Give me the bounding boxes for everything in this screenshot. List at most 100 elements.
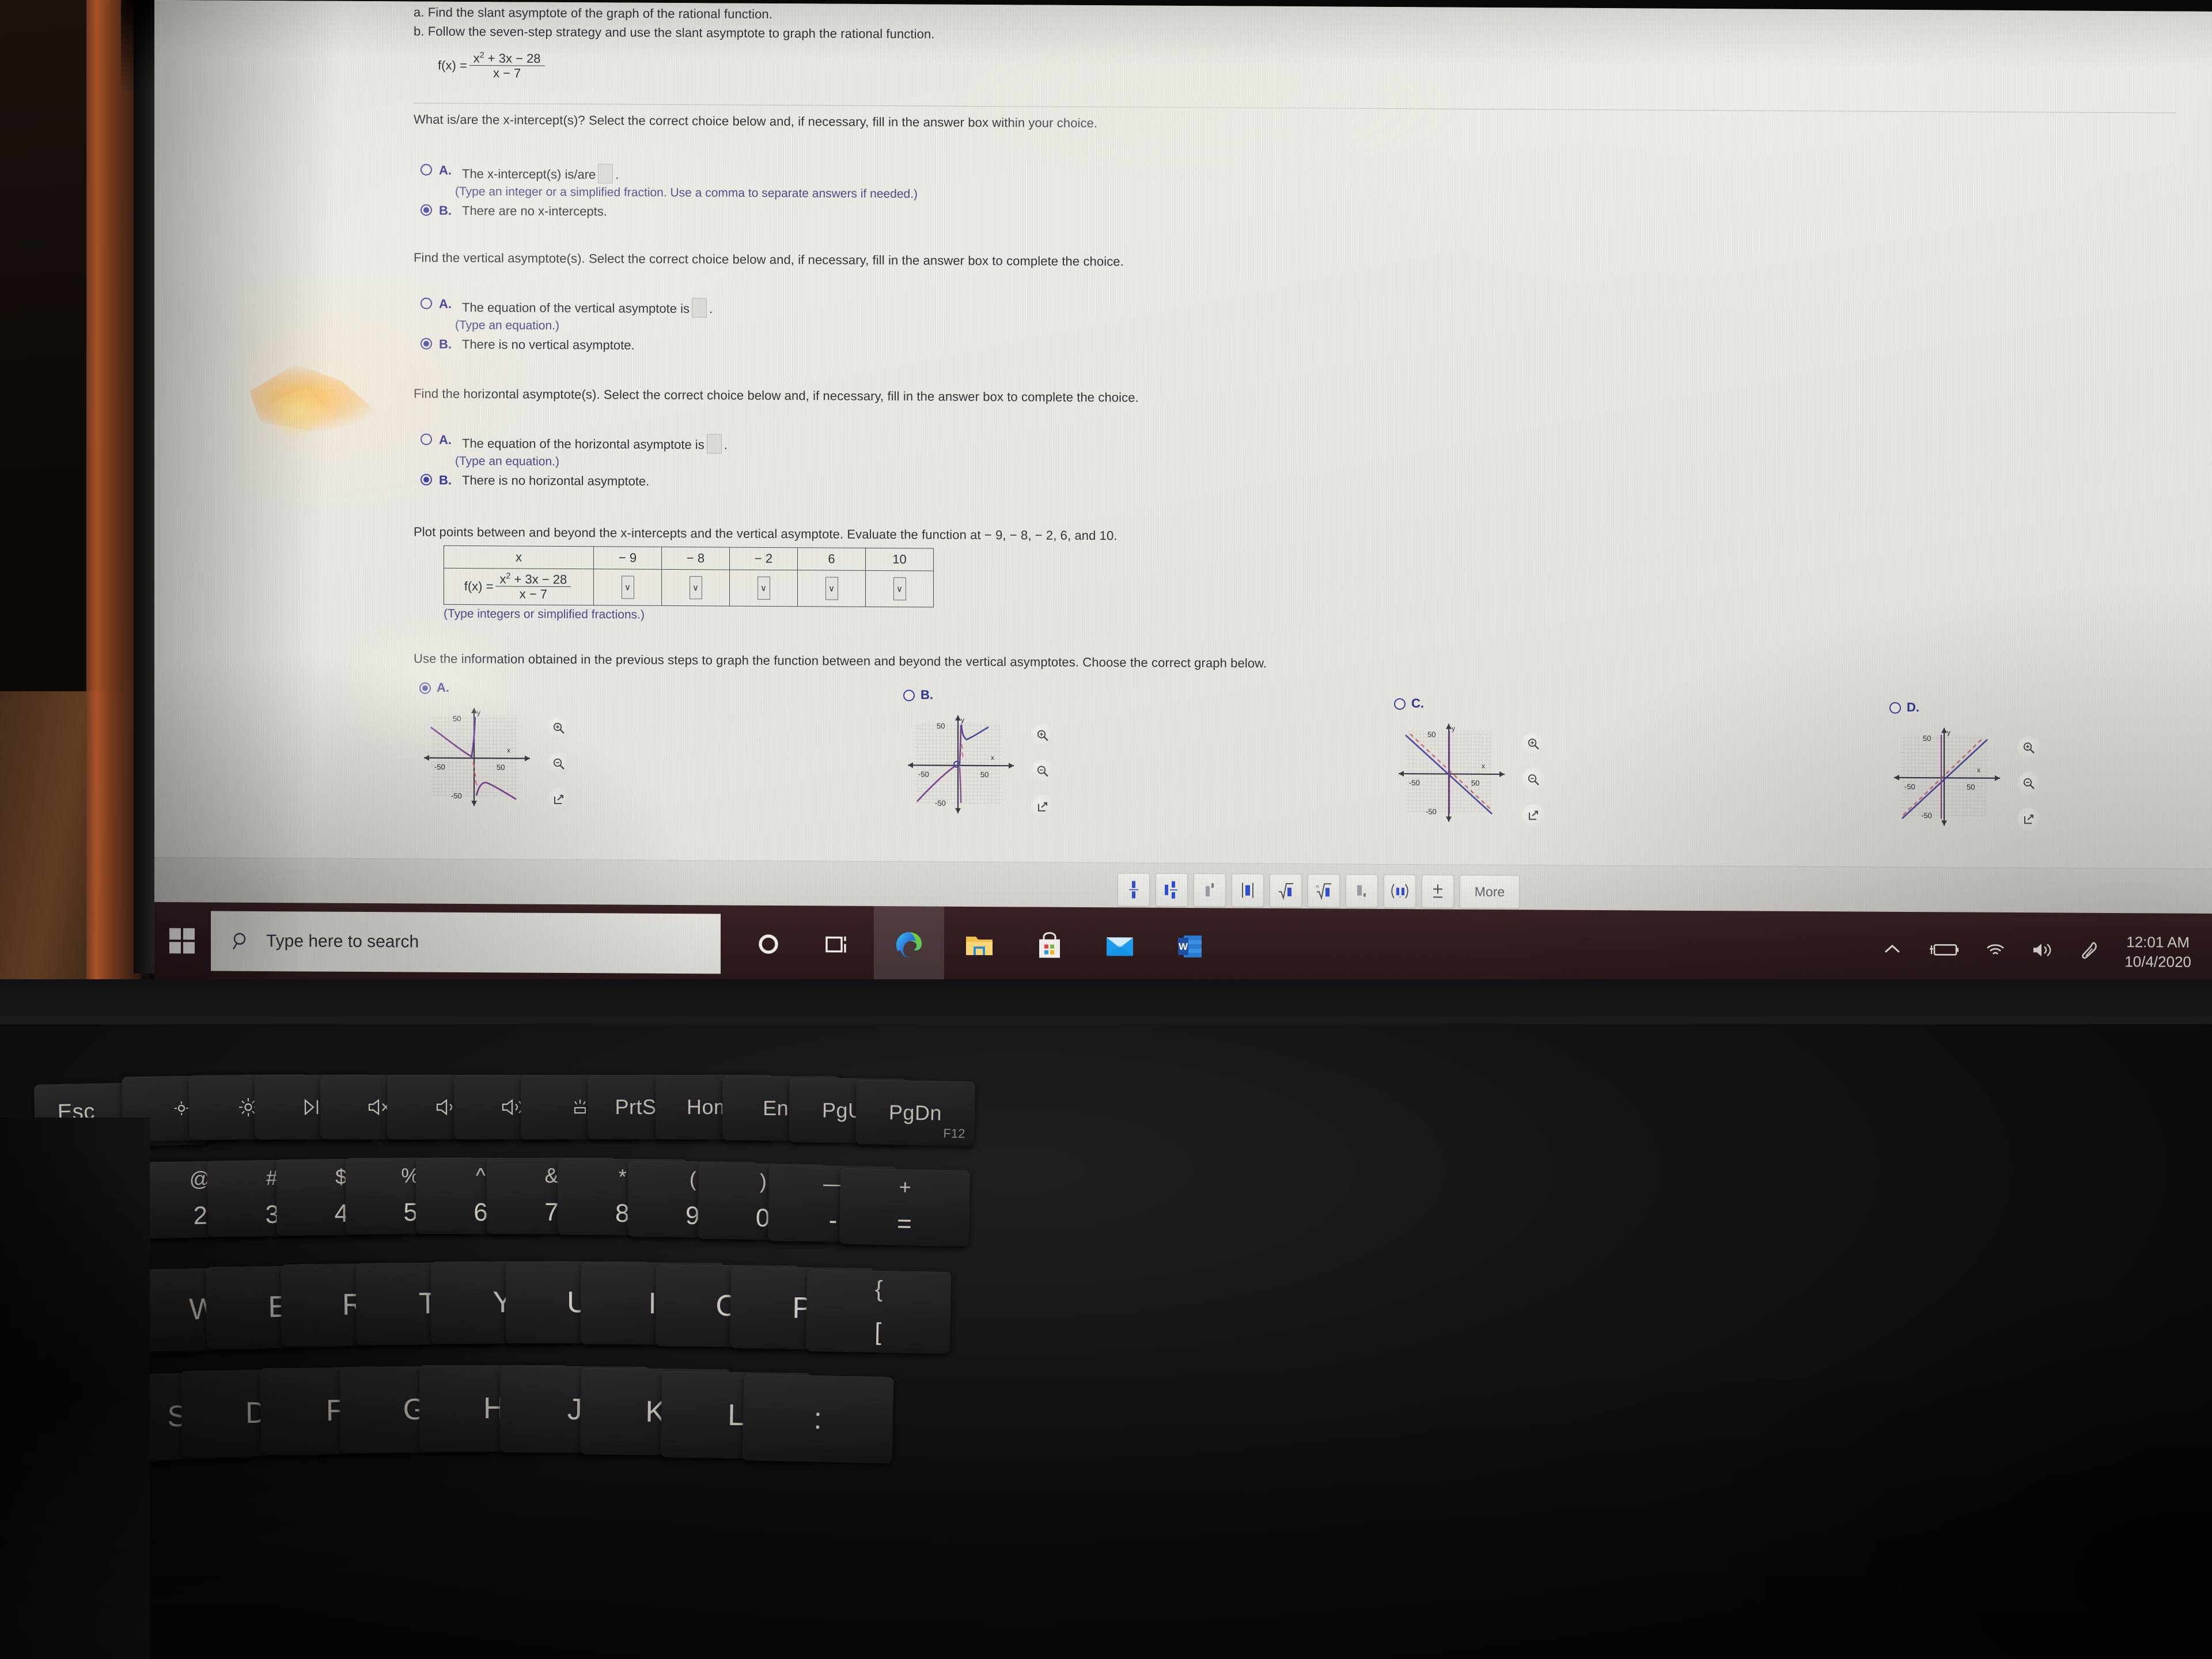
value-dropdown[interactable]: ∨: [689, 575, 702, 600]
file-explorer-icon[interactable]: [944, 907, 1014, 984]
svg-text:-50: -50: [1426, 807, 1437, 816]
windows-logo-icon: [169, 928, 195, 954]
open-external-icon[interactable]: [1031, 795, 1054, 819]
open-external-icon[interactable]: [2017, 808, 2040, 831]
option-letter: A.: [439, 162, 452, 177]
graph-c-tools: [1522, 732, 1545, 827]
option-text: There are no x-intercepts.: [462, 203, 607, 219]
show-hidden-icons-chevron[interactable]: [1883, 942, 1902, 959]
radio-x-intercept-a[interactable]: [421, 164, 432, 176]
zoom-in-icon[interactable]: [547, 716, 570, 740]
taskbar-search-box[interactable]: Type here to search: [211, 911, 721, 974]
zoom-in-icon[interactable]: [1031, 724, 1054, 747]
value-dropdown[interactable]: ∨: [621, 575, 634, 599]
laptop-keyboard: Esc F1 F2 F3 F4 F5 F6 F7: [0, 979, 2212, 1659]
clock-time: 12:01 AM: [2126, 933, 2190, 951]
key-semicolon[interactable]: :: [742, 1374, 894, 1464]
mixed-number-button[interactable]: [1156, 873, 1188, 907]
table-row: f(x) = x2 + 3x − 28 x − 7 ∨ ∨ ∨ ∨ ∨: [444, 568, 934, 607]
battery-charging-icon[interactable]: [1927, 941, 1960, 961]
graph-d-plot[interactable]: y x 50 -50 50 -50: [1889, 723, 2005, 827]
wifi-icon[interactable]: [1985, 941, 2006, 961]
radio-x-intercept-b[interactable]: [421, 204, 432, 216]
table-cell[interactable]: ∨: [729, 570, 798, 607]
screen-bezel-left: [134, 0, 154, 974]
zoom-out-icon[interactable]: [547, 752, 570, 776]
x-intercept-option-b[interactable]: B. There are no x-intercepts.: [421, 203, 1227, 223]
table-header-cell: − 9: [593, 546, 662, 570]
nth-root-button[interactable]: n: [1308, 874, 1340, 908]
svg-text:-50: -50: [451, 791, 462, 800]
windows-taskbar: Type here to search W 12:01 AM 10/4/2020: [154, 902, 2212, 991]
table-cell[interactable]: ∨: [865, 570, 934, 607]
microsoft-store-icon[interactable]: [1014, 907, 1085, 984]
graph-choice-d[interactable]: D. y x 50 -50 50 -50: [1889, 700, 2040, 831]
cortana-icon[interactable]: [733, 906, 804, 983]
graph-choice-letter: B.: [921, 687, 933, 702]
taskbar-clock[interactable]: 12:01 AM 10/4/2020: [2124, 932, 2191, 972]
radio-graph-c[interactable]: [1394, 698, 1406, 710]
option-text: The x-intercept(s) is/are.: [462, 163, 619, 184]
table-cell[interactable]: ∨: [661, 569, 730, 606]
absolute-value-button[interactable]: [1232, 873, 1264, 907]
graph-b-plot[interactable]: y x 50 -50 50 -50: [903, 710, 1018, 815]
value-dropdown[interactable]: ∨: [825, 577, 838, 600]
subscript-button[interactable]: [1346, 874, 1378, 908]
open-external-icon[interactable]: [1522, 804, 1545, 827]
horizontal-asymptote-option-a[interactable]: A. The equation of the horizontal asympt…: [421, 433, 1227, 457]
keyboard-deck-top-edge: [0, 979, 2212, 1024]
screen-highlight-lower: [344, 623, 529, 768]
graph-choice-c[interactable]: C. y x 50 -50 50 -50: [1394, 696, 1545, 827]
taskbar-app-icons: W: [733, 906, 1225, 986]
graph-c-plot[interactable]: y x 50 -50 50 -50: [1394, 719, 1509, 823]
svg-text:-50: -50: [935, 799, 946, 808]
vertical-asymptote-option-b[interactable]: B. There is no vertical asymptote.: [421, 337, 1227, 357]
onedrive-pen-icon[interactable]: [2080, 940, 2099, 963]
graph-choice-b[interactable]: B. y x 50 -50 50 -50: [903, 687, 1054, 819]
exponent-button[interactable]: [1194, 873, 1226, 907]
vertical-asymptote-answer-box[interactable]: [692, 298, 707, 318]
horizontal-asymptote-answer-box[interactable]: [706, 434, 722, 454]
graph-b-tools: [1031, 724, 1054, 819]
graph-d-tools: [2017, 736, 2040, 831]
table-header-cell: − 2: [729, 547, 798, 570]
svg-text:50: 50: [980, 770, 988, 779]
plus-minus-button[interactable]: [1422, 874, 1454, 908]
volume-icon[interactable]: [2031, 941, 2054, 961]
function-denominator: x − 7: [493, 66, 521, 81]
more-button[interactable]: More: [1460, 874, 1520, 909]
vertical-asymptote-option-a[interactable]: A. The equation of the vertical asymptot…: [421, 297, 1227, 321]
table-cell[interactable]: ∨: [797, 570, 866, 607]
zoom-out-icon[interactable]: [1031, 759, 1054, 783]
radio-graph-b[interactable]: [903, 690, 915, 702]
radio-graph-d[interactable]: [1889, 702, 1901, 714]
table-header-row: x − 9 − 8 − 2 6 10: [444, 546, 934, 571]
zoom-in-icon[interactable]: [2017, 736, 2040, 760]
graph-choice-prompt: Use the information obtained in the prev…: [414, 651, 1267, 671]
fraction-button[interactable]: [1118, 873, 1150, 907]
horizontal-asymptote-option-b[interactable]: B. There is no horizontal asymptote.: [421, 473, 1227, 493]
x-intercept-answer-box[interactable]: [598, 164, 613, 184]
key-f12-pgdn[interactable]: PgDn F12: [855, 1080, 975, 1146]
key-bracket-left[interactable]: { [: [805, 1269, 952, 1354]
open-external-icon[interactable]: [547, 787, 570, 812]
vertical-asymptote-prompt: Find the vertical asymptote(s). Select t…: [414, 250, 1124, 269]
edge-icon[interactable]: [874, 906, 944, 984]
value-dropdown[interactable]: ∨: [893, 577, 906, 601]
plot-points-table: x − 9 − 8 − 2 6 10 f(x) = x2 + 3x − 28 x…: [444, 545, 934, 608]
zoom-out-icon[interactable]: [1522, 768, 1545, 791]
interval-button[interactable]: ,: [1384, 874, 1416, 908]
task-view-icon[interactable]: [804, 906, 874, 983]
zoom-in-icon[interactable]: [1522, 732, 1545, 756]
square-root-button[interactable]: [1270, 873, 1302, 908]
zoom-out-icon[interactable]: [2017, 772, 2040, 796]
table-cell[interactable]: ∨: [593, 569, 662, 605]
mail-icon[interactable]: [1085, 907, 1155, 985]
horizontal-asymptote-options: A. The equation of the horizontal asympt…: [421, 433, 1227, 495]
start-button[interactable]: [154, 902, 210, 980]
x-intercept-hint: (Type an integer or a simplified fractio…: [455, 184, 918, 201]
plot-points-hint: (Type integers or simplified fractions.): [444, 607, 645, 622]
key-equals[interactable]: + =: [839, 1168, 971, 1247]
word-icon[interactable]: W: [1155, 908, 1225, 986]
value-dropdown[interactable]: ∨: [757, 576, 770, 600]
